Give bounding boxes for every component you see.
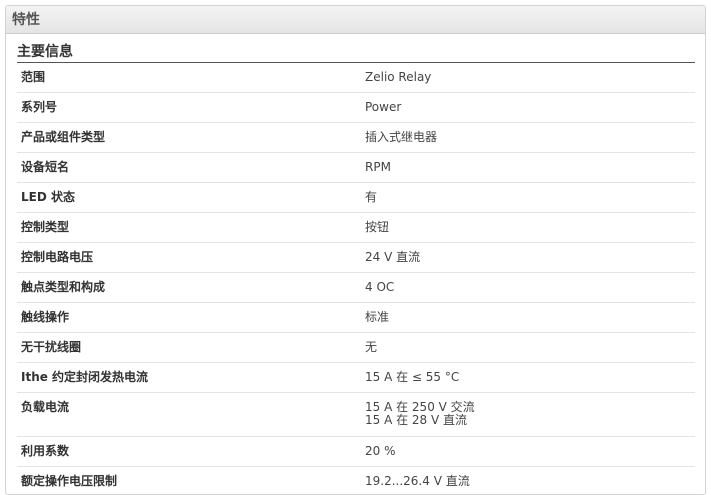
- property-value: 19.2...26.4 V 直流: [360, 467, 695, 495]
- properties-table: 范围 Zelio Relay 系列号 Power 产品或组件类型插入式继电器设备短名 RP…: [17, 63, 695, 495]
- property-name: 触点类型和构成: [17, 273, 360, 303]
- property-name: 触线操作: [17, 303, 360, 333]
- table-row: 产品或组件类型插入式继电器: [17, 123, 695, 153]
- property-name-text: 负载电流: [21, 393, 360, 436]
- property-value-text: Power: [365, 93, 695, 122]
- property-name: 控制类型: [17, 213, 360, 243]
- table-row: 负载电流15 A 在 250 V 交流15 A 在 28 V 直流: [17, 393, 695, 437]
- property-value-text: 15 A 在 250 V 交流15 A 在 28 V 直流: [365, 393, 695, 436]
- table-row: Ithe 约定封闭发热电流 15 A 在 ≤ 55 °C: [17, 363, 695, 393]
- table-row: 范围 Zelio Relay: [17, 63, 695, 93]
- property-name: LED 状态: [17, 183, 360, 213]
- property-value-text: 按钮: [365, 213, 695, 242]
- property-value: 有: [360, 183, 695, 213]
- property-value-line: 4 OC: [365, 281, 695, 294]
- property-value-text: 4 OC: [365, 273, 695, 302]
- property-name-text: 额定操作电压限制: [21, 467, 360, 495]
- table-row: 触点类型和构成 4 OC: [17, 273, 695, 303]
- property-value-text: 插入式继电器: [365, 123, 695, 152]
- property-value-text: 20 %: [365, 437, 695, 466]
- property-value: Power: [360, 93, 695, 123]
- property-value: 4 OC: [360, 273, 695, 303]
- property-value: RPM: [360, 153, 695, 183]
- property-value-line: Power: [365, 101, 695, 114]
- characteristics-panel: 特性 主要信息 范围 Zelio Relay 系列号 Power 产品或组件类型插入式继…: [5, 5, 706, 495]
- property-name: 利用系数: [17, 437, 360, 467]
- property-name: 无干扰线圈: [17, 333, 360, 363]
- property-name-text: 系列号: [21, 93, 360, 122]
- property-name: Ithe 约定封闭发热电流: [17, 363, 360, 393]
- property-value: 插入式继电器: [360, 123, 695, 153]
- table-row: 无干扰线圈无: [17, 333, 695, 363]
- property-value-line: Zelio Relay: [365, 71, 695, 84]
- property-value: 15 A 在 ≤ 55 °C: [360, 363, 695, 393]
- table-row: 控制类型按钮: [17, 213, 695, 243]
- table-row: 利用系数 20 %: [17, 437, 695, 467]
- property-name-text: LED 状态: [21, 183, 360, 212]
- property-value-line: 无: [365, 341, 695, 354]
- property-name: 额定操作电压限制: [17, 467, 360, 495]
- property-value: 20 %: [360, 437, 695, 467]
- property-value-line: 24 V 直流: [365, 251, 695, 264]
- property-value-line: 15 A 在 ≤ 55 °C: [365, 371, 695, 384]
- property-value: 标准: [360, 303, 695, 333]
- property-value: 24 V 直流: [360, 243, 695, 273]
- property-name-text: 触线操作: [21, 303, 360, 332]
- property-name-text: 控制类型: [21, 213, 360, 242]
- property-name-text: 设备短名: [21, 153, 360, 182]
- property-name-text: 产品或组件类型: [21, 123, 360, 152]
- property-value-line: 19.2...26.4 V 直流: [365, 475, 695, 488]
- property-value-line: 15 A 在 28 V 直流: [365, 414, 695, 427]
- property-value-line: RPM: [365, 161, 695, 174]
- table-row: 系列号 Power: [17, 93, 695, 123]
- property-value: 无: [360, 333, 695, 363]
- property-value-line: 有: [365, 191, 695, 204]
- property-value-text: RPM: [365, 153, 695, 182]
- property-name: 设备短名: [17, 153, 360, 183]
- property-name-text: 范围: [21, 63, 360, 92]
- property-name-text: 无干扰线圈: [21, 333, 360, 362]
- property-value: Zelio Relay: [360, 63, 695, 93]
- section-title: 主要信息: [17, 43, 695, 63]
- table-row: 触线操作标准: [17, 303, 695, 333]
- property-value-text: 无: [365, 333, 695, 362]
- property-value-text: Zelio Relay: [365, 63, 695, 92]
- property-value-text: 15 A 在 ≤ 55 °C: [365, 363, 695, 392]
- property-value-text: 24 V 直流: [365, 243, 695, 272]
- panel-title: 特性: [6, 6, 705, 34]
- property-value: 按钮: [360, 213, 695, 243]
- property-name: 负载电流: [17, 393, 360, 437]
- property-name-text: Ithe 约定封闭发热电流: [21, 363, 360, 392]
- property-name-text: 控制电路电压: [21, 243, 360, 272]
- table-row: 设备短名 RPM: [17, 153, 695, 183]
- property-value-line: 标准: [365, 311, 695, 324]
- property-name: 控制电路电压: [17, 243, 360, 273]
- property-value-line: 20 %: [365, 445, 695, 458]
- property-name-text: 利用系数: [21, 437, 360, 466]
- table-row: LED 状态有: [17, 183, 695, 213]
- property-name: 产品或组件类型: [17, 123, 360, 153]
- property-value-line: 插入式继电器: [365, 131, 695, 144]
- property-value: 15 A 在 250 V 交流15 A 在 28 V 直流: [360, 393, 695, 437]
- table-row: 额定操作电压限制 19.2...26.4 V 直流: [17, 467, 695, 495]
- property-value-text: 标准: [365, 303, 695, 332]
- property-name: 系列号: [17, 93, 360, 123]
- property-value-line: 按钮: [365, 221, 695, 234]
- property-value-text: 有: [365, 183, 695, 212]
- property-name-text: 触点类型和构成: [21, 273, 360, 302]
- property-name: 范围: [17, 63, 360, 93]
- property-value-text: 19.2...26.4 V 直流: [365, 467, 695, 495]
- table-row: 控制电路电压 24 V 直流: [17, 243, 695, 273]
